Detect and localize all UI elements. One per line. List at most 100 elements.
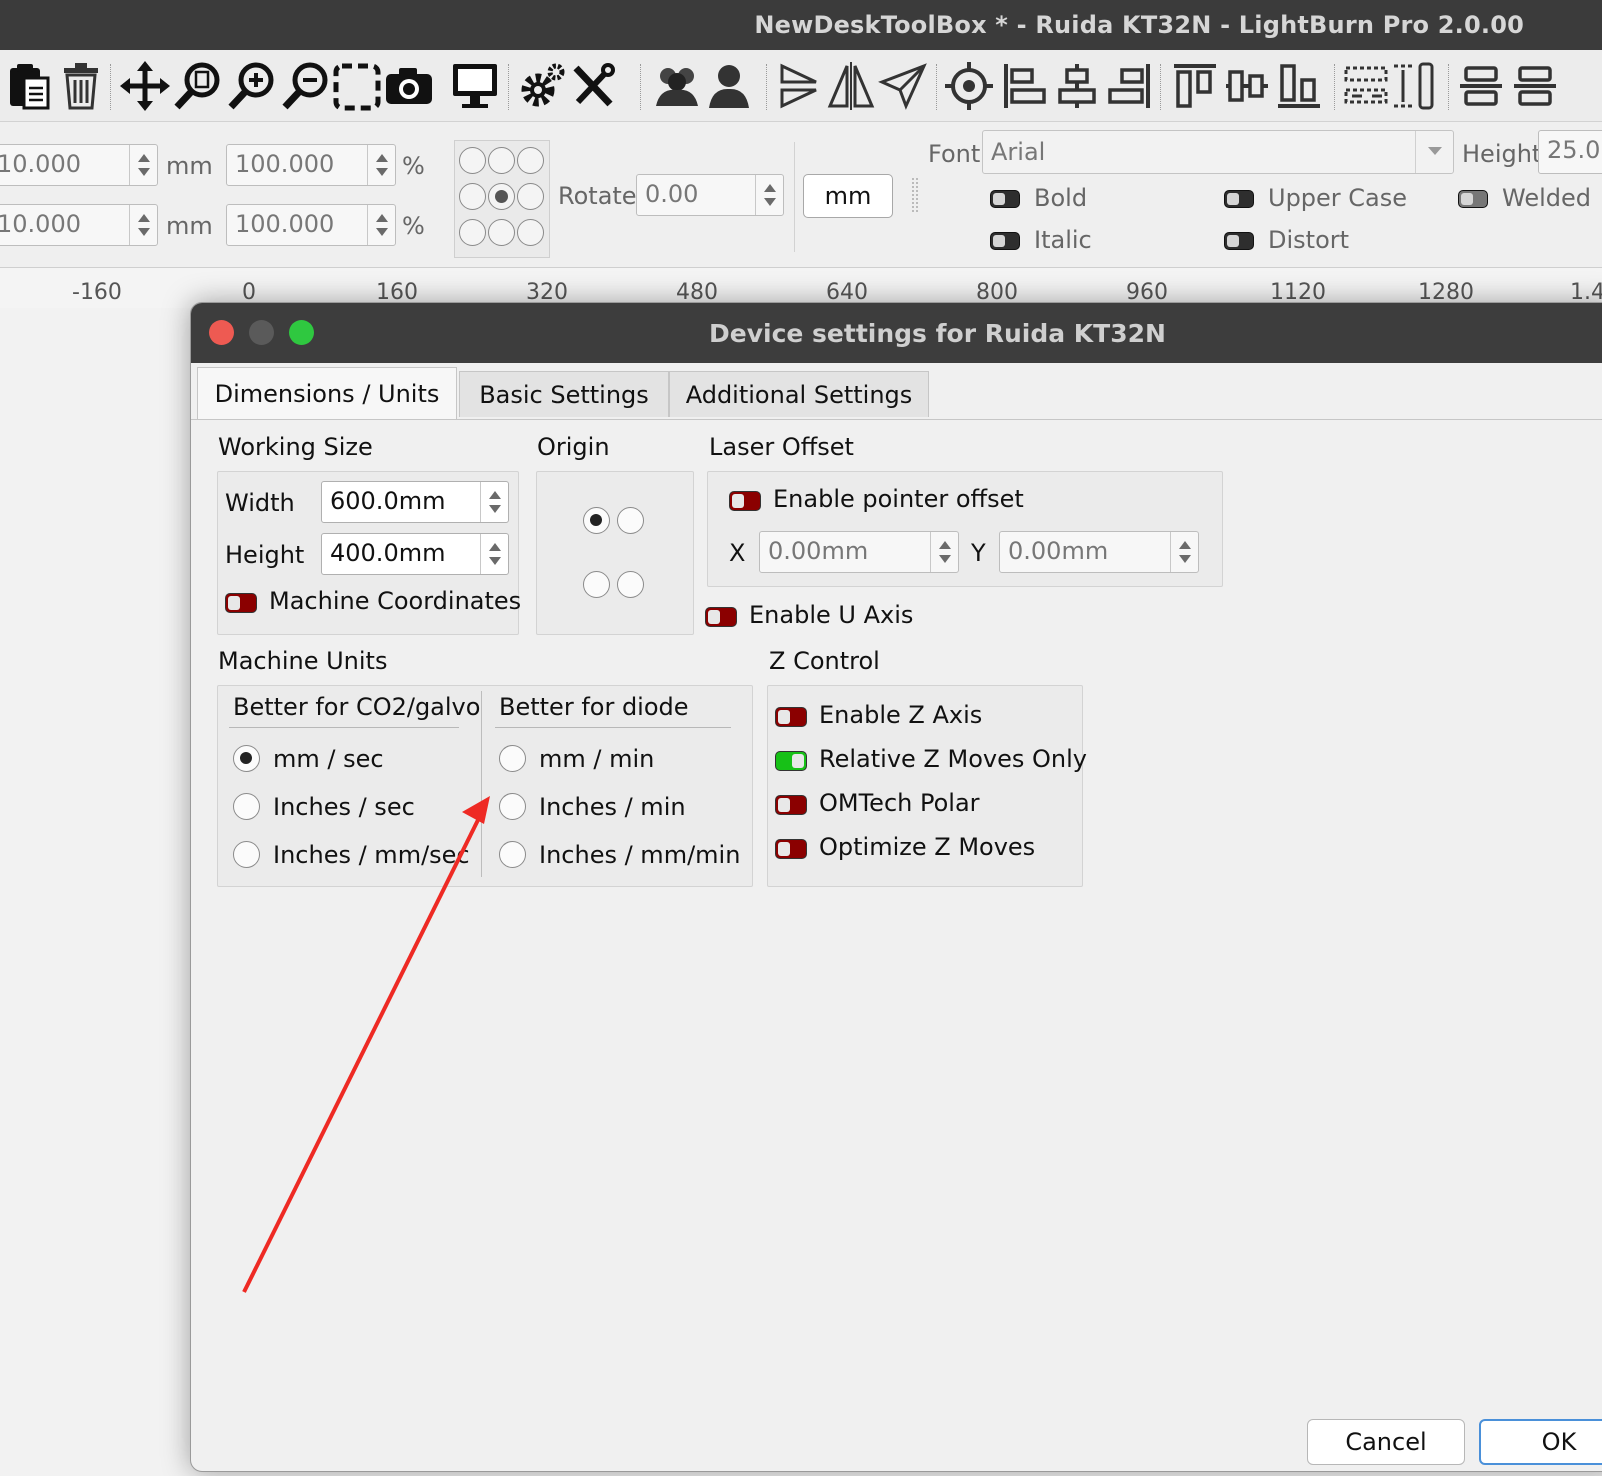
zoom-page-icon[interactable]: [172, 60, 222, 112]
font-height-value: 25.0: [1547, 136, 1601, 164]
enable-z-axis-toggle[interactable]: [775, 707, 807, 727]
dialog-title: Device settings for Ruida KT32N: [709, 318, 1166, 348]
font-height-input[interactable]: 25.0: [1538, 130, 1602, 174]
y-position-input[interactable]: 10.000: [0, 204, 158, 246]
main-toolbar: [0, 50, 1602, 122]
delete-icon[interactable]: [56, 60, 106, 112]
enable-u-axis-label: Enable U Axis: [749, 601, 914, 629]
select-frame-icon[interactable]: [332, 60, 382, 112]
minimize-icon[interactable]: [249, 320, 274, 345]
flip-h-icon[interactable]: [774, 60, 824, 112]
width-input[interactable]: 600.0mm: [321, 481, 509, 523]
group-icon[interactable]: [652, 60, 702, 112]
offset-x-value: 0.00mm: [768, 537, 869, 565]
width-percent-input[interactable]: 100.000: [226, 144, 396, 186]
units-mm-min-radio[interactable]: [499, 745, 526, 772]
units-inches-mm-min-radio[interactable]: [499, 841, 526, 868]
upper-case-toggle[interactable]: [1224, 190, 1254, 208]
units-inches-sec-label: Inches / sec: [273, 793, 415, 821]
height-value: 400.0mm: [330, 539, 446, 567]
origin-bottom-left-radio[interactable]: [583, 571, 610, 598]
font-select[interactable]: Arial: [982, 130, 1454, 174]
align-right-icon[interactable]: [1104, 60, 1154, 112]
laser-offset-label: Laser Offset: [709, 433, 854, 461]
units-inches-mm-sec-radio[interactable]: [233, 841, 260, 868]
align-center-icon[interactable]: [1052, 60, 1102, 112]
height-percent-input[interactable]: 100.000: [226, 204, 396, 246]
enable-u-axis-toggle[interactable]: [705, 607, 737, 627]
origin-bottom-right-radio[interactable]: [617, 571, 644, 598]
distort-label: Distort: [1268, 226, 1350, 254]
zoom-icon[interactable]: [289, 320, 314, 345]
anchor-middle-left[interactable]: [459, 183, 486, 210]
mirror-icon[interactable]: [826, 60, 876, 112]
zoom-in-icon[interactable]: [226, 60, 276, 112]
font-select-value: Arial: [991, 138, 1046, 166]
anchor-top-right[interactable]: [517, 147, 544, 174]
origin-top-right-radio[interactable]: [617, 507, 644, 534]
x-unit-label: mm: [166, 152, 213, 180]
align-middle-icon[interactable]: [1222, 60, 1272, 112]
close-icon[interactable]: [209, 320, 234, 345]
anchor-top-center[interactable]: [488, 147, 515, 174]
settings-icon[interactable]: [516, 60, 566, 112]
user-icon[interactable]: [704, 60, 754, 112]
x-position-input[interactable]: 10.000: [0, 144, 158, 186]
cancel-button[interactable]: Cancel: [1307, 1419, 1465, 1465]
units-inches-min-radio[interactable]: [499, 793, 526, 820]
move-icon[interactable]: [120, 60, 170, 112]
enable-pointer-offset-toggle[interactable]: [729, 491, 761, 511]
device-settings-dialog: Device settings for Ruida KT32N Dimensio…: [190, 302, 1602, 1472]
anchor-grid[interactable]: [454, 140, 550, 258]
width-percent-symbol: %: [402, 152, 425, 180]
ok-button[interactable]: OK: [1479, 1419, 1602, 1465]
upper-case-label: Upper Case: [1268, 184, 1408, 212]
optimize-z-moves-toggle[interactable]: [775, 839, 807, 859]
italic-toggle[interactable]: [990, 232, 1020, 250]
bold-toggle[interactable]: [990, 190, 1020, 208]
anchor-center[interactable]: [488, 183, 515, 210]
origin-top-left-radio[interactable]: [583, 507, 610, 534]
space-v-icon[interactable]: [1510, 60, 1560, 112]
omtech-polar-toggle[interactable]: [775, 795, 807, 815]
height-input[interactable]: 400.0mm: [321, 533, 509, 575]
units-inches-mm-min-label: Inches / mm/min: [539, 841, 741, 869]
properties-bar: 10.000 mm 100.000 % 10.000 mm 100.000 % …: [0, 122, 1602, 268]
units-inches-sec-radio[interactable]: [233, 793, 260, 820]
distribute-v-icon[interactable]: [1390, 60, 1440, 112]
distort-toggle[interactable]: [1224, 232, 1254, 250]
tab-dimensions-units[interactable]: Dimensions / Units: [197, 367, 457, 419]
offset-x-input[interactable]: 0.00mm: [759, 531, 959, 573]
unit-toggle-button[interactable]: mm: [803, 174, 893, 218]
rotate-input[interactable]: 0.00: [636, 174, 784, 216]
space-h-icon[interactable]: [1456, 60, 1506, 112]
distribute-h-icon[interactable]: [1342, 60, 1392, 112]
zoom-out-icon[interactable]: [280, 60, 330, 112]
welded-toggle[interactable]: [1458, 190, 1488, 208]
offset-x-label: X: [729, 539, 746, 567]
tab-basic-settings[interactable]: Basic Settings: [459, 371, 669, 417]
camera-icon[interactable]: [384, 60, 434, 112]
diode-header: Better for diode: [499, 693, 689, 721]
paste-icon[interactable]: [4, 60, 54, 112]
relative-z-moves-toggle[interactable]: [775, 751, 807, 771]
tools-icon[interactable]: [568, 60, 618, 112]
tab-additional-settings[interactable]: Additional Settings: [669, 371, 929, 417]
align-bottom-icon[interactable]: [1274, 60, 1324, 112]
anchor-top-left[interactable]: [459, 147, 486, 174]
anchor-bottom-center[interactable]: [488, 219, 515, 246]
anchor-middle-right[interactable]: [517, 183, 544, 210]
monitor-icon[interactable]: [450, 60, 500, 112]
omtech-polar-label: OMTech Polar: [819, 789, 980, 817]
anchor-bottom-left[interactable]: [459, 219, 486, 246]
italic-label: Italic: [1034, 226, 1092, 254]
machine-coordinates-toggle[interactable]: [225, 593, 257, 613]
align-left-icon[interactable]: [1000, 60, 1050, 112]
dialog-titlebar: Device settings for Ruida KT32N: [191, 303, 1602, 363]
offset-y-input[interactable]: 0.00mm: [999, 531, 1199, 573]
anchor-bottom-right[interactable]: [517, 219, 544, 246]
units-mm-sec-radio[interactable]: [233, 745, 260, 772]
target-icon[interactable]: [944, 60, 994, 112]
align-top-icon[interactable]: [1170, 60, 1220, 112]
plane-icon[interactable]: [878, 60, 928, 112]
